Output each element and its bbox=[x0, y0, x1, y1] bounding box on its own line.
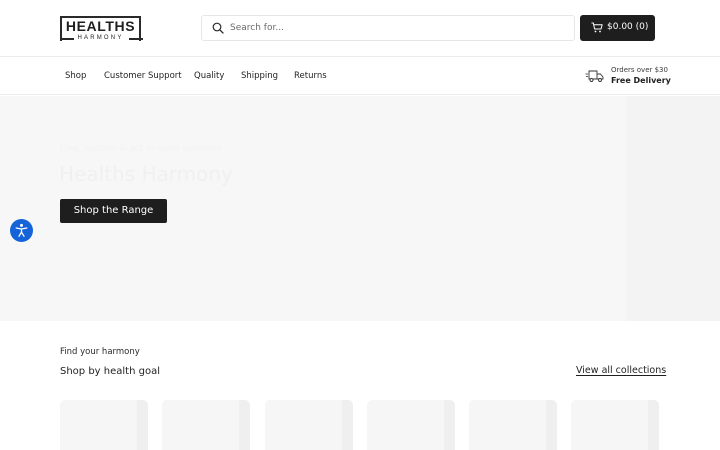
hero-side-panel bbox=[627, 96, 720, 321]
search-icon bbox=[212, 22, 224, 34]
main-nav: Shop Customer Support Quality Shipping R… bbox=[0, 58, 720, 95]
collections-eyebrow: Find your harmony bbox=[60, 347, 140, 357]
delivery-label: Free Delivery bbox=[611, 76, 671, 85]
nav-item-shipping[interactable]: Shipping bbox=[241, 71, 278, 82]
collection-card[interactable] bbox=[265, 400, 353, 450]
accessibility-button[interactable] bbox=[10, 219, 33, 242]
cart-button[interactable]: $0.00 (0) bbox=[580, 15, 655, 41]
card-image-placeholder bbox=[137, 400, 148, 450]
collection-card[interactable] bbox=[469, 400, 557, 450]
site-logo[interactable]: HEALTHS HARMONY bbox=[60, 16, 143, 41]
nav-item-shop[interactable]: Shop bbox=[65, 71, 86, 82]
collection-card[interactable] bbox=[571, 400, 659, 450]
nav-item-returns[interactable]: Returns bbox=[294, 71, 327, 82]
card-image-placeholder bbox=[444, 400, 455, 450]
accessibility-icon bbox=[15, 223, 28, 237]
truck-icon bbox=[585, 70, 604, 82]
search-bar[interactable] bbox=[201, 15, 575, 41]
site-header: HEALTHS HARMONY $0.00 (0) bbox=[0, 0, 720, 57]
card-image-placeholder bbox=[546, 400, 557, 450]
logo-wordmark-top: HEALTHS bbox=[65, 18, 136, 34]
hero-banner: Live, sustain & act in good wellness Hea… bbox=[0, 96, 720, 321]
collection-card[interactable] bbox=[367, 400, 455, 450]
logo-wordmark-bottom: HARMONY bbox=[77, 35, 124, 41]
collections-title: Shop by health goal bbox=[60, 366, 160, 377]
collection-card[interactable] bbox=[60, 400, 148, 450]
view-all-collections-link[interactable]: View all collections bbox=[576, 365, 666, 377]
hero-eyebrow: Live, sustain & act in good wellness bbox=[60, 144, 221, 154]
delivery-threshold: Orders over $30 bbox=[611, 66, 668, 74]
nav-item-customer-support[interactable]: Customer Support bbox=[104, 71, 182, 82]
cart-total: $0.00 (0) bbox=[607, 22, 649, 32]
search-input[interactable] bbox=[230, 16, 560, 40]
card-image-placeholder bbox=[342, 400, 353, 450]
collection-card[interactable] bbox=[162, 400, 250, 450]
cart-icon bbox=[591, 22, 603, 33]
card-image-placeholder bbox=[648, 400, 659, 450]
card-image-placeholder bbox=[239, 400, 250, 450]
hero-title: Healths Harmony bbox=[59, 162, 233, 186]
nav-item-quality[interactable]: Quality bbox=[194, 71, 224, 82]
shop-the-range-button[interactable]: Shop the Range bbox=[60, 199, 167, 223]
